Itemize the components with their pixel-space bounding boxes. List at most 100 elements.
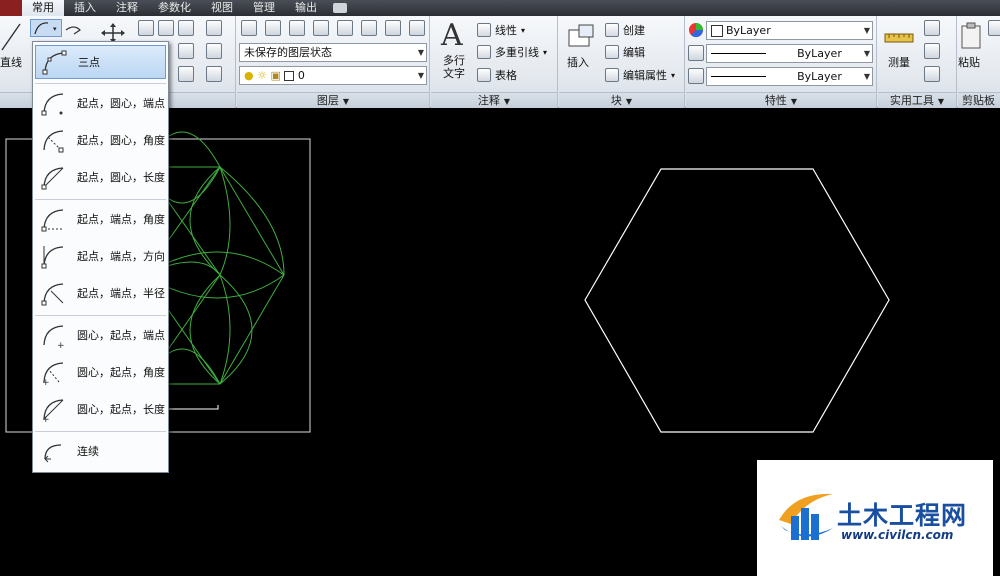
tab-view[interactable]: 视图: [201, 0, 243, 16]
arc-option-start-end-direction[interactable]: 起点，端点，方向: [35, 239, 166, 273]
pattern-arc: [189, 166, 221, 276]
line-icon[interactable]: [0, 22, 22, 52]
layer-lock-icon[interactable]: [361, 20, 377, 36]
arc-option-start-center-angle[interactable]: 起点，圆心，角度: [35, 123, 166, 157]
quick-select-icon[interactable]: [924, 20, 940, 36]
arc-option-center-start-length[interactable]: + 圆心，起点，长度: [35, 392, 166, 426]
ribbon-minimize-icon[interactable]: [333, 3, 347, 13]
multileader-button[interactable]: 多重引线 ▾: [477, 42, 547, 62]
edit-attributes-button[interactable]: 编辑属性 ▾: [605, 65, 675, 85]
calculator-icon[interactable]: [924, 66, 940, 82]
layer-match-icon[interactable]: [385, 20, 401, 36]
mtext-button[interactable]: 多行 文字: [439, 54, 469, 80]
paste-icon[interactable]: [960, 22, 982, 50]
pattern-arc: [219, 166, 231, 276]
line-button[interactable]: 直线: [0, 54, 22, 70]
paste-button[interactable]: 粘贴: [958, 54, 980, 70]
layer-state-combo[interactable]: 未保存的图层状态 ▼: [239, 43, 427, 62]
panel-title-properties[interactable]: 特性 ▼: [686, 92, 876, 108]
edit-attributes-icon: [605, 68, 619, 82]
edit-block-button[interactable]: 编辑: [605, 42, 645, 62]
trim-icon[interactable]: [178, 20, 194, 36]
tab-output[interactable]: 输出: [285, 0, 327, 16]
insert-button[interactable]: 插入: [567, 54, 589, 70]
line-sample: [711, 76, 766, 77]
linear-dim-button[interactable]: 线性 ▾: [477, 20, 525, 40]
color-combo[interactable]: ByLayer ▼: [706, 21, 873, 40]
layer-off-icon[interactable]: [337, 20, 353, 36]
arc-option-start-center-end[interactable]: 起点，圆心，端点: [35, 86, 166, 120]
white-hexagon[interactable]: [584, 168, 890, 433]
arc-option-start-end-radius[interactable]: 起点，端点，半径: [35, 276, 166, 310]
arc-option-center-start-angle[interactable]: + 圆心，起点，角度: [35, 355, 166, 389]
layer-combo[interactable]: ● ☼ ▣ 0 ▼: [239, 66, 427, 85]
bulb-icon: ●: [244, 69, 254, 82]
table-button[interactable]: 表格: [477, 65, 517, 85]
layer-properties-icon[interactable]: [241, 20, 257, 36]
arc-tool-icon[interactable]: ▾: [30, 19, 62, 37]
layer-isolate-icon[interactable]: [289, 20, 305, 36]
layer-freeze-icon[interactable]: [313, 20, 329, 36]
rotate-icon[interactable]: [158, 20, 174, 36]
svg-text:▾: ▾: [53, 25, 57, 33]
arc-option-start-end-angle[interactable]: 起点，端点，角度: [35, 202, 166, 236]
table-icon: [477, 68, 491, 82]
chevron-down-icon: ▼: [863, 49, 870, 58]
menu-separator: [35, 431, 166, 432]
layer-state-icon[interactable]: [265, 20, 281, 36]
linetype-icon[interactable]: [688, 68, 704, 84]
linetype-combo[interactable]: ByLayer ▼: [706, 67, 873, 86]
layer-color-swatch: [284, 71, 295, 81]
select-similar-icon[interactable]: [924, 43, 940, 59]
arc-start-center-angle-icon: [43, 130, 64, 153]
unlock-icon: ▣: [270, 69, 281, 82]
grid-icon[interactable]: [178, 66, 194, 82]
panel-title-clipboard[interactable]: 剪贴板: [958, 92, 1000, 108]
tab-manage[interactable]: 管理: [243, 0, 285, 16]
color-wheel-icon[interactable]: [688, 22, 704, 38]
polyline-icon[interactable]: [64, 22, 84, 36]
line-sample: [711, 53, 766, 54]
copy-icon[interactable]: [138, 20, 154, 36]
create-block-icon: [605, 23, 619, 37]
panel-title-layers[interactable]: 图层 ▼: [237, 92, 429, 108]
layer-previous-icon[interactable]: [409, 20, 425, 36]
panel-title-utilities[interactable]: 实用工具 ▼: [878, 92, 956, 108]
pattern-arc: [189, 274, 221, 385]
panel-utilities: 测量 实用工具 ▼: [878, 16, 957, 108]
explode-icon[interactable]: [206, 66, 222, 82]
arc-option-continue[interactable]: 连续: [35, 434, 166, 468]
tab-insert[interactable]: 插入: [64, 0, 106, 16]
chevron-down-icon: ▼: [625, 97, 633, 106]
measure-button[interactable]: 测量: [888, 54, 910, 70]
arc-continue-icon: [44, 444, 62, 463]
application-button[interactable]: [0, 0, 22, 16]
panel-title-annotation[interactable]: 注释 ▼: [431, 92, 557, 108]
mtext-icon[interactable]: A: [441, 18, 463, 53]
panel-annotation: A 多行 文字 线性 ▾ 多重引线 ▾ 表格 注释 ▼: [431, 16, 558, 108]
cut-icon[interactable]: [988, 20, 1000, 36]
fillet-icon[interactable]: [206, 43, 222, 59]
mirror-icon[interactable]: [178, 43, 194, 59]
arc-start-center-length-icon: [41, 167, 64, 190]
tab-home[interactable]: 常用: [22, 0, 64, 16]
insert-block-icon[interactable]: [567, 22, 597, 52]
chevron-down-icon: ▼: [790, 97, 798, 106]
lineweight-icon[interactable]: [688, 45, 704, 61]
create-block-button[interactable]: 创建: [605, 20, 645, 40]
sun-icon: ☼: [257, 69, 267, 82]
chevron-down-icon: ▼: [417, 48, 424, 57]
chevron-down-icon: ▼: [863, 26, 870, 35]
arc-option-start-center-length[interactable]: 起点，圆心，长度: [35, 160, 166, 194]
tab-annotate[interactable]: 注释: [106, 0, 148, 16]
rubber-band-line: [168, 405, 219, 410]
lineweight-combo[interactable]: ByLayer ▼: [706, 44, 873, 63]
watermark: 土木工程网 www.civilcn.com: [757, 460, 993, 576]
arc-option-three-point[interactable]: 三点: [35, 45, 166, 79]
arc-start-end-angle-icon: [41, 209, 64, 232]
measure-icon[interactable]: [884, 26, 914, 48]
tab-parametric[interactable]: 参数化: [148, 0, 201, 16]
arc-option-center-start-end[interactable]: + 圆心，起点，端点: [35, 318, 166, 352]
array-icon[interactable]: [206, 20, 222, 36]
panel-title-block[interactable]: 块 ▼: [559, 92, 684, 108]
